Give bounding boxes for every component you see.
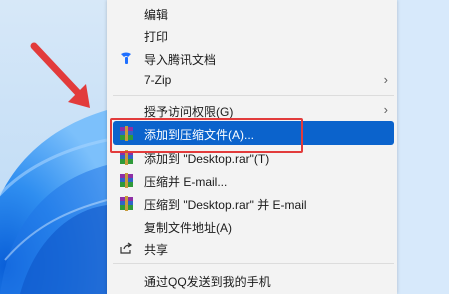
menu-separator (113, 263, 394, 264)
menu-item-compress-email[interactable]: 压缩并 E-mail... (113, 168, 394, 192)
menu-item-label: 压缩并 E-mail... (144, 175, 228, 189)
menu-item-compress-to-desktop-rar-email[interactable]: 压缩到 "Desktop.rar" 并 E-mail (113, 191, 394, 215)
desktop-right-area (397, 0, 449, 294)
menu-item-7zip[interactable]: 7-Zip › (113, 68, 394, 92)
menu-item-label: 压缩到 "Desktop.rar" 并 E-mail (144, 198, 307, 212)
menu-item-label: 编辑 (144, 8, 169, 22)
menu-item-copy-file-path[interactable]: 复制文件地址(A) (113, 214, 394, 238)
share-icon (118, 240, 134, 256)
menu-item-label: 打印 (144, 30, 169, 44)
menu-item-label: 通过QQ发送到我的手机 (144, 275, 271, 289)
menu-item-label: 7-Zip (144, 73, 172, 87)
winrar-icon (118, 195, 134, 211)
menu-item-print[interactable]: 打印 (113, 23, 394, 47)
annotation-highlight-box (110, 118, 303, 153)
annotation-arrow (30, 42, 90, 108)
chevron-right-icon: › (383, 102, 388, 117)
winrar-icon (118, 172, 134, 188)
menu-item-import-tencent-docs[interactable]: 导入腾讯文档 (113, 46, 394, 70)
menu-separator (113, 95, 394, 96)
menu-item-send-via-qq[interactable]: 通过QQ发送到我的手机 (113, 268, 394, 292)
menu-item-label: 复制文件地址(A) (144, 221, 232, 235)
menu-item-label: 共享 (144, 243, 169, 257)
tencent-docs-icon (118, 50, 134, 66)
chevron-right-icon: › (383, 72, 388, 87)
menu-item-edit[interactable]: 编辑 (113, 1, 394, 25)
menu-item-label: 导入腾讯文档 (144, 53, 217, 67)
menu-item-share[interactable]: 共享 (113, 236, 394, 260)
